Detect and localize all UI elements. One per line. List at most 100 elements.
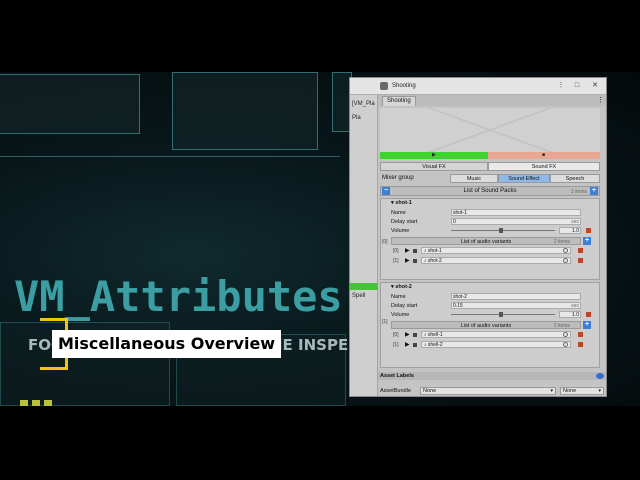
add-variant-button[interactable]: +: [583, 237, 591, 245]
hierarchy-column: [VM_Pla Pla Spell: [350, 95, 378, 396]
stop-icon[interactable]: [413, 333, 417, 337]
inspector-window[interactable]: Shooting ⋮ □ ✕ [VM_Pla Pla Spell Shootin…: [349, 77, 607, 397]
remove-icon[interactable]: [578, 332, 583, 337]
left-label: Spell: [352, 293, 366, 299]
asset-variant-select[interactable]: None ▾: [560, 387, 604, 395]
product-title: VM_Attributes: [14, 272, 343, 321]
volume-slider[interactable]: [451, 228, 555, 233]
remove-icon[interactable]: [578, 342, 583, 347]
delay-label: Delay start: [391, 303, 418, 309]
audio-clip-field[interactable]: ♪ shell-2: [421, 341, 571, 348]
volume-field[interactable]: 1.0: [559, 311, 581, 318]
play-icon[interactable]: ▶: [405, 341, 410, 349]
volume-row: Volume 1.0: [391, 227, 591, 235]
mixer-tab-speech[interactable]: Speech: [550, 174, 600, 183]
background-panel: [0, 74, 140, 134]
audio-clip-field[interactable]: ♪ shell-1: [421, 331, 571, 338]
remove-icon[interactable]: [586, 228, 591, 233]
variants-header: List of audio variants 2 items: [391, 237, 581, 245]
delay-unit: sec: [571, 219, 579, 225]
add-pack-button[interactable]: +: [590, 187, 598, 195]
mixer-label: Mixer group: [382, 175, 414, 181]
object-picker-icon[interactable]: [563, 342, 568, 347]
asset-bundle-select[interactable]: None ▾: [420, 387, 556, 395]
sound-packs-header: − List of Sound Packs 2 items +: [380, 186, 600, 196]
variants-header: List of audio variants 2 items: [391, 321, 581, 329]
volume-label: Volume: [391, 228, 410, 234]
audio-clip-field[interactable]: ♪ shot-2: [421, 257, 571, 264]
asset-labels-title: Asset Labels: [380, 373, 414, 379]
sound-pack-index: [0]: [382, 239, 388, 245]
stop-icon[interactable]: ■: [542, 152, 545, 159]
variants-title: List of audio variants: [460, 323, 512, 329]
background-weapon-panel: [172, 72, 447, 150]
play-icon[interactable]: ▶: [405, 331, 410, 339]
variants-count: 2 items: [553, 323, 570, 329]
sound-pack-index: [1]: [382, 319, 388, 325]
sound-packs-title: List of Sound Packs: [463, 188, 517, 194]
eye-icon[interactable]: [596, 373, 604, 379]
object-picker-icon[interactable]: [563, 248, 568, 253]
volume-label: Volume: [391, 312, 410, 318]
left-label: Pla: [352, 115, 361, 121]
stop-icon[interactable]: [413, 343, 417, 347]
remove-icon[interactable]: [578, 248, 583, 253]
mixer-group: Mixer group Music Sound Effect Speech: [380, 174, 600, 183]
left-label: [VM_Pla: [352, 101, 375, 107]
stop-icon[interactable]: [413, 249, 417, 253]
unity-icon: [380, 82, 388, 90]
close-icon[interactable]: ✕: [590, 81, 600, 91]
asset-bundle-label: AssetBundle: [380, 388, 411, 394]
more-icon[interactable]: ⋮: [556, 81, 566, 91]
sound-pack-header[interactable]: ▾ shot-2: [391, 284, 412, 290]
mixer-tab-sound-effect[interactable]: Sound Effect: [498, 174, 550, 183]
sound-pack-item: ▾ shot-1 [0] Name shot-1 Delay start 0 s…: [380, 198, 600, 280]
variant-row: [1] ▶ ♪ shot-2: [391, 257, 591, 265]
name-row: Name shot-2: [391, 293, 591, 301]
sound-pack-header[interactable]: ▾ shot-1: [391, 200, 412, 206]
variants-count: 2 items: [553, 239, 570, 245]
name-field[interactable]: shot-2: [451, 293, 581, 300]
tab-bar: Shooting ⋮: [378, 95, 606, 106]
window-titlebar[interactable]: Shooting ⋮ □ ✕: [350, 78, 606, 95]
delay-label: Delay start: [391, 219, 418, 225]
volume-slider[interactable]: [451, 312, 555, 317]
play-icon[interactable]: ▶: [405, 257, 410, 265]
tab-visual-fx[interactable]: Visual FX: [380, 162, 488, 171]
delay-field[interactable]: 0: [451, 218, 581, 225]
chevron-down-icon: ▾: [550, 388, 553, 394]
caption-label: Miscellaneous Overview: [52, 330, 282, 358]
tab-sound-fx[interactable]: Sound FX: [488, 162, 600, 171]
slider-handle[interactable]: [499, 228, 503, 233]
object-picker-icon[interactable]: [563, 332, 568, 337]
name-label: Name: [391, 210, 406, 216]
tab-menu-icon[interactable]: ⋮: [597, 96, 604, 104]
name-row: Name shot-1: [391, 209, 591, 217]
add-variant-button[interactable]: +: [583, 321, 591, 329]
delay-row: Delay start 0.15 sec: [391, 302, 591, 310]
preview-playbar: ▶ ■: [380, 152, 600, 159]
asset-bundle-row: AssetBundle None ▾ None ▾: [378, 386, 606, 396]
volume-field[interactable]: 1.0: [559, 227, 581, 234]
remove-icon[interactable]: [586, 312, 591, 317]
delay-row: Delay start 0 sec: [391, 218, 591, 226]
maximize-icon[interactable]: □: [572, 81, 582, 91]
slider-handle[interactable]: [499, 312, 503, 317]
audio-clip-field[interactable]: ♪ shot-1: [421, 247, 571, 254]
preview-area: [380, 108, 600, 152]
delay-field[interactable]: 0.15: [451, 302, 581, 309]
mixer-tab-music[interactable]: Music: [450, 174, 498, 183]
name-field[interactable]: shot-1: [451, 209, 581, 216]
window-title: Shooting: [392, 83, 416, 89]
background-line: [0, 156, 340, 157]
asset-labels-bar: Asset Labels: [378, 372, 606, 380]
object-picker-icon[interactable]: [563, 258, 568, 263]
stop-icon[interactable]: [413, 259, 417, 263]
variant-index: [0]: [393, 248, 399, 254]
remove-icon[interactable]: [578, 258, 583, 263]
play-icon[interactable]: ▶: [405, 247, 410, 255]
tab-shooting[interactable]: Shooting: [382, 96, 416, 106]
inspector-content: ▶ ■ Visual FX Sound FX Mixer group Music…: [378, 106, 606, 396]
variants-title: List of audio variants: [460, 239, 512, 245]
play-icon[interactable]: ▶: [432, 152, 436, 159]
